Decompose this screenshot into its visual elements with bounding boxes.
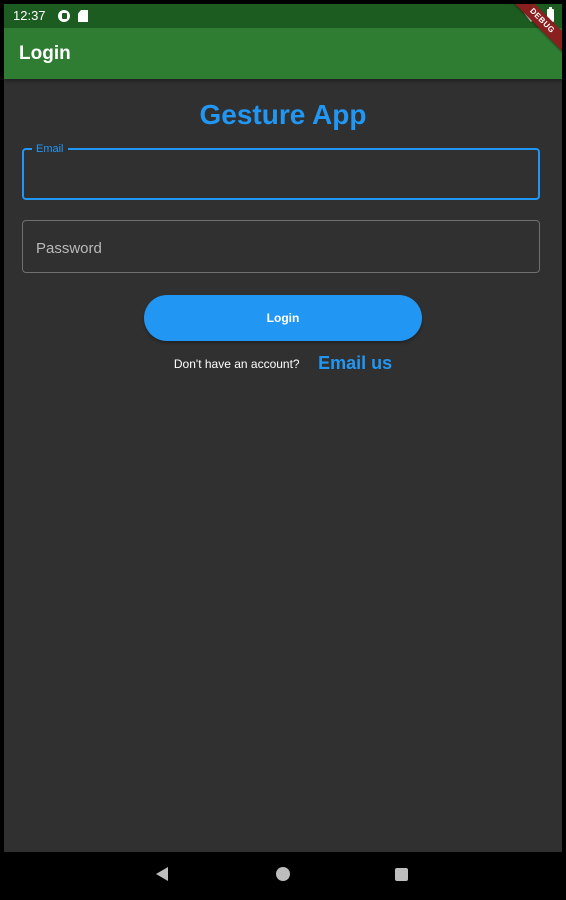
sd-card-icon	[78, 10, 88, 22]
recents-icon[interactable]	[395, 868, 408, 881]
app-bar: Login	[4, 28, 562, 79]
page-heading: Gesture App	[199, 99, 367, 130]
back-icon[interactable]	[156, 867, 168, 881]
app-notification-icon	[58, 10, 70, 22]
email-input[interactable]	[34, 164, 528, 188]
app-bar-title: Login	[19, 43, 71, 64]
status-time: 12:37	[13, 8, 46, 23]
signup-prompt: Don't have an account?	[173, 356, 300, 371]
navigation-bar	[4, 852, 562, 896]
email-us-link[interactable]: Email us	[318, 353, 392, 374]
home-icon[interactable]	[276, 867, 290, 881]
app-screen: 12:37 Login DEBUG Gesture App Email Logi…	[4, 4, 562, 896]
signup-row: Don't have an account? Email us	[4, 353, 562, 377]
email-field-label: Email	[32, 143, 68, 155]
login-button[interactable]: Login	[144, 295, 422, 341]
device-frame: 12:37 Login DEBUG Gesture App Email Logi…	[0, 0, 566, 900]
password-field[interactable]	[22, 220, 540, 273]
email-field[interactable]: Email	[22, 143, 540, 200]
password-input[interactable]	[34, 236, 528, 260]
status-bar: 12:37	[4, 4, 562, 28]
